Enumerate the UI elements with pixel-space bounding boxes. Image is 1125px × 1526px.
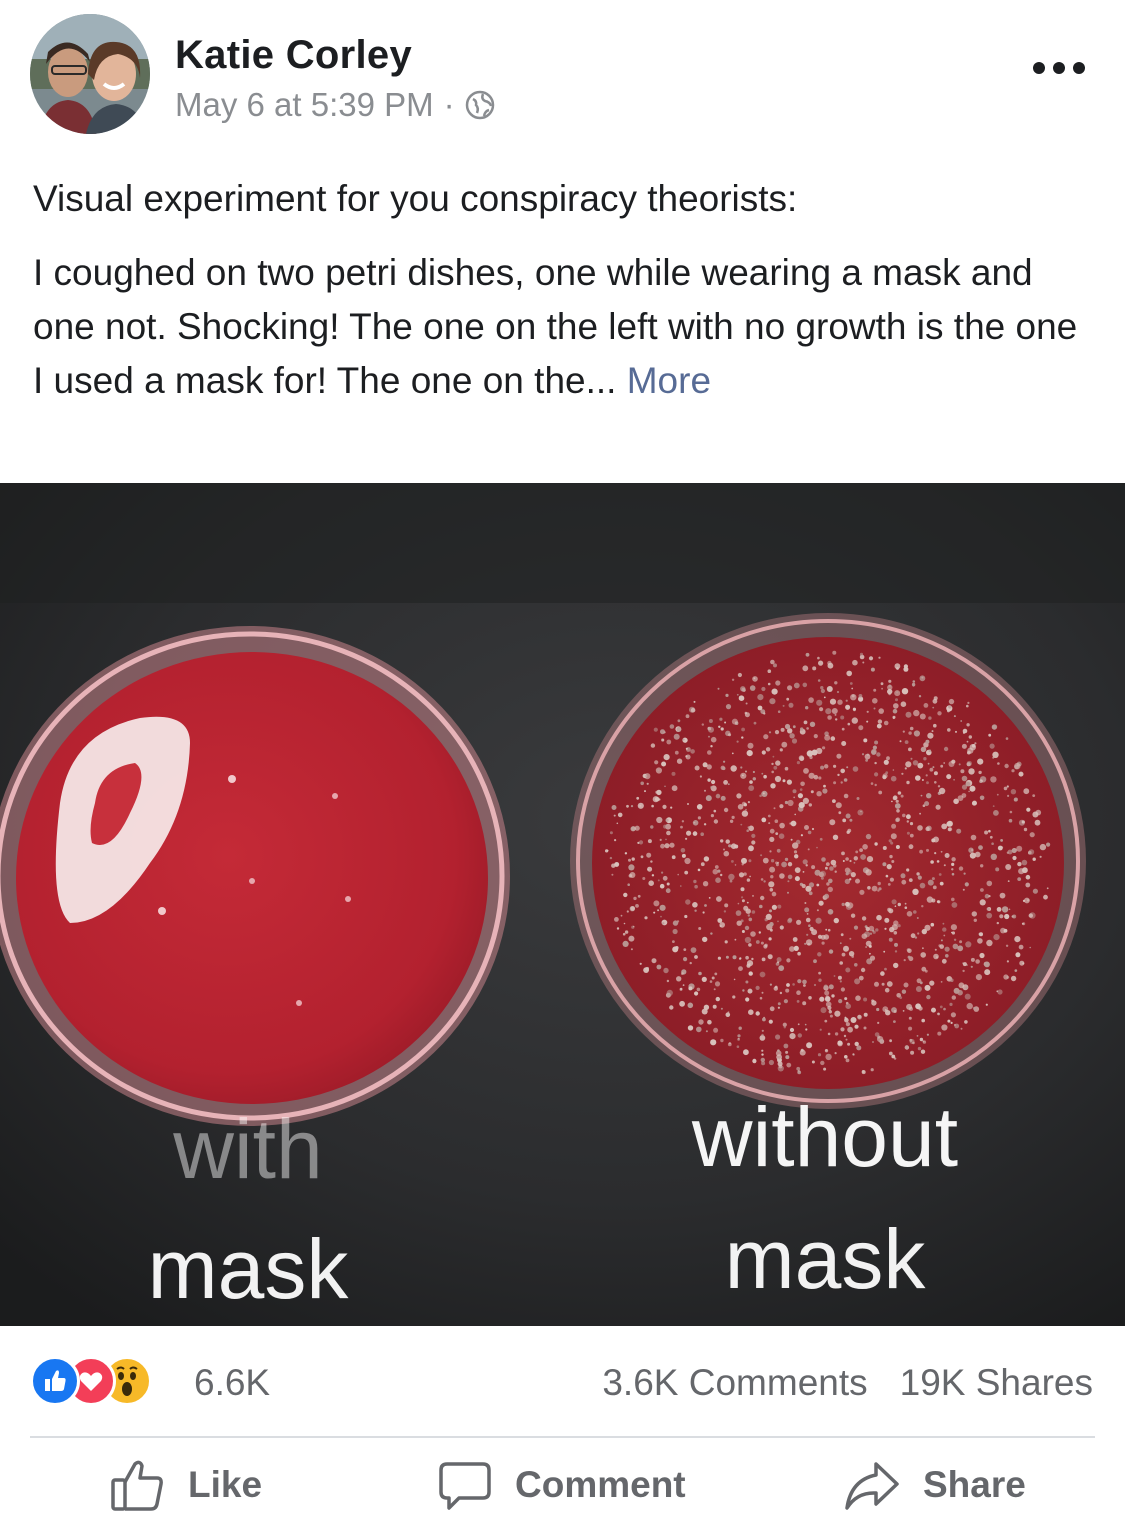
thumbs-up-icon (111, 1460, 163, 1511)
reaction-count[interactable]: 6.6K (194, 1362, 270, 1404)
left-label-line2: mask (148, 1222, 350, 1316)
meta-separator: · (443, 86, 455, 123)
right-label-line2: mask (725, 1212, 927, 1306)
author-avatar[interactable] (30, 14, 150, 134)
see-more-link[interactable]: More (627, 360, 711, 401)
comment-label: Comment (515, 1464, 686, 1505)
actions-divider (30, 1436, 1095, 1438)
post-paragraph-1: Visual experiment for you conspiracy the… (33, 178, 798, 219)
like-label: Like (188, 1464, 263, 1505)
right-label-line1: without (691, 1090, 958, 1184)
reactions-summary: 6.6K 3.6K Comments 19K Shares (0, 1326, 1125, 1436)
post-paragraph-2: I coughed on two petri dishes, one while… (33, 246, 1093, 408)
shares-count[interactable]: 19K Shares (900, 1362, 1093, 1404)
share-button[interactable]: Share (843, 1458, 1026, 1512)
author-name[interactable]: Katie Corley (175, 33, 412, 78)
share-label: Share (923, 1464, 1026, 1505)
globe-icon (465, 90, 494, 120)
left-petri-dish (0, 626, 510, 1126)
post-meta: May 6 at 5:39 PM · (175, 86, 495, 124)
comments-count[interactable]: 3.6K Comments (602, 1362, 867, 1404)
more-options-icon[interactable] (1033, 56, 1085, 80)
avatar-photo (30, 14, 150, 134)
like-reaction-icon (30, 1356, 80, 1406)
post-text: Visual experiment for you conspiracy the… (33, 172, 1093, 428)
post-photo[interactable]: with mask without mask (0, 483, 1125, 1326)
petri-dish-photo: with mask without mask (0, 483, 1125, 1326)
post-header: Katie Corley May 6 at 5:39 PM · (0, 0, 1125, 150)
post-paragraph-2-text: I coughed on two petri dishes, one while… (33, 252, 1078, 401)
menu-dot (1053, 62, 1065, 74)
post-actions: Like Comment Share (0, 1440, 1125, 1526)
menu-dot (1033, 62, 1045, 74)
menu-dot (1073, 62, 1085, 74)
like-button[interactable]: Like (110, 1458, 262, 1512)
right-petri-dish (570, 613, 1086, 1109)
share-arrow-icon (845, 1462, 899, 1510)
reaction-icons[interactable] (30, 1356, 180, 1406)
post-stats: 3.6K Comments 19K Shares (602, 1362, 1093, 1404)
comment-button[interactable]: Comment (437, 1458, 686, 1512)
left-label-line1: with (172, 1102, 322, 1196)
post-timestamp[interactable]: May 6 at 5:39 PM (175, 86, 434, 124)
comment-icon (439, 1462, 491, 1510)
